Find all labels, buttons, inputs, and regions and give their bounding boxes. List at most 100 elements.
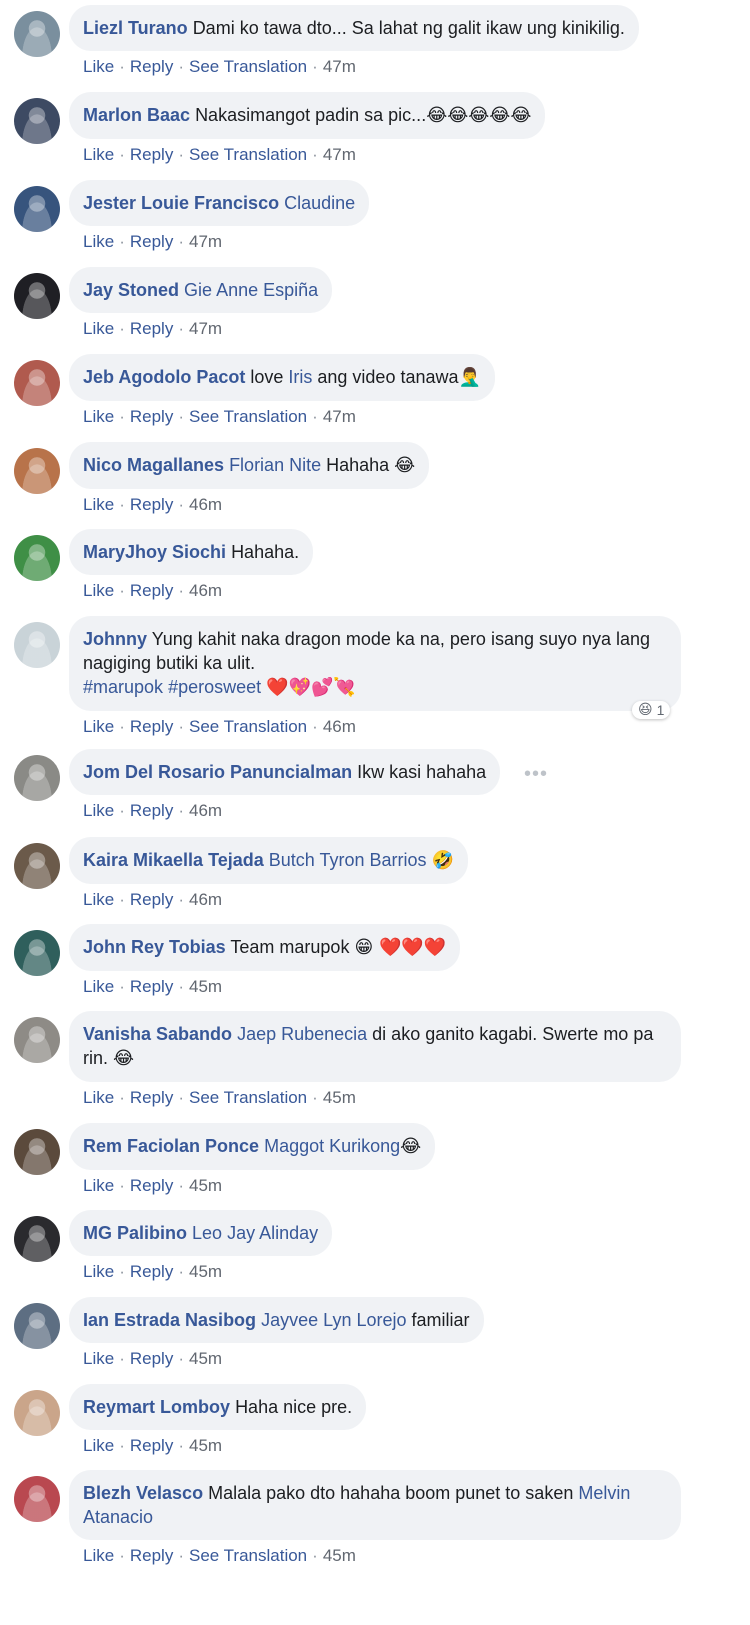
comment-timestamp[interactable]: 47m	[189, 319, 222, 338]
comment-timestamp[interactable]: 46m	[189, 801, 222, 820]
comment-timestamp[interactable]: 47m	[323, 145, 356, 164]
avatar[interactable]	[14, 1216, 60, 1262]
reply-link[interactable]: Reply	[130, 1436, 173, 1455]
avatar[interactable]	[14, 11, 60, 57]
like-link[interactable]: Like	[83, 232, 114, 251]
like-link[interactable]: Like	[83, 890, 114, 909]
see-translation-link[interactable]: See Translation	[189, 57, 307, 76]
comment-author-link[interactable]: Jeb Agodolo Pacot	[83, 367, 245, 387]
avatar[interactable]	[14, 1390, 60, 1436]
comment-author-link[interactable]: MG Palibino	[83, 1223, 187, 1243]
mention-link[interactable]: Jayvee Lyn Lorejo	[261, 1310, 406, 1330]
reply-link[interactable]: Reply	[130, 801, 173, 820]
comment-timestamp[interactable]: 47m	[323, 57, 356, 76]
hashtag-link[interactable]: #perosweet	[168, 677, 261, 697]
mention-link[interactable]: Florian Nite	[229, 455, 321, 475]
see-translation-link[interactable]: See Translation	[189, 1546, 307, 1565]
comment-author-link[interactable]: Jay Stoned	[83, 280, 179, 300]
comment-author-link[interactable]: John Rey Tobias	[83, 937, 226, 957]
reply-link[interactable]: Reply	[130, 1088, 173, 1107]
like-link[interactable]: Like	[83, 717, 114, 736]
mention-link[interactable]: Jaep Rubenecia	[237, 1024, 367, 1044]
comment-timestamp[interactable]: 45m	[189, 1176, 222, 1195]
see-translation-link[interactable]: See Translation	[189, 407, 307, 426]
like-link[interactable]: Like	[83, 1262, 114, 1281]
like-link[interactable]: Like	[83, 319, 114, 338]
comment-author-link[interactable]: Vanisha Sabando	[83, 1024, 232, 1044]
avatar[interactable]	[14, 1303, 60, 1349]
comment-author-link[interactable]: Rem Faciolan Ponce	[83, 1136, 259, 1156]
reply-link[interactable]: Reply	[130, 1262, 173, 1281]
mention-link[interactable]: Claudine	[284, 193, 355, 213]
comment-timestamp[interactable]: 46m	[189, 581, 222, 600]
like-link[interactable]: Like	[83, 1088, 114, 1107]
comment-author-link[interactable]: Johnny	[83, 629, 147, 649]
avatar[interactable]	[14, 273, 60, 319]
like-link[interactable]: Like	[83, 145, 114, 164]
mention-link[interactable]: Iris	[288, 367, 312, 387]
see-translation-link[interactable]: See Translation	[189, 1088, 307, 1107]
mention-link[interactable]: Gie Anne Espiña	[184, 280, 318, 300]
comment-author-link[interactable]: Jom Del Rosario Panuncialman	[83, 762, 352, 782]
reply-link[interactable]: Reply	[130, 1349, 173, 1368]
avatar[interactable]	[14, 622, 60, 668]
reply-link[interactable]: Reply	[130, 407, 173, 426]
comment-timestamp[interactable]: 47m	[323, 407, 356, 426]
reply-link[interactable]: Reply	[130, 145, 173, 164]
mention-link[interactable]: Butch Tyron Barrios	[269, 850, 427, 870]
avatar[interactable]	[14, 1129, 60, 1175]
like-link[interactable]: Like	[83, 1546, 114, 1565]
see-translation-link[interactable]: See Translation	[189, 717, 307, 736]
comment-timestamp[interactable]: 45m	[189, 977, 222, 996]
comment-author-link[interactable]: Ian Estrada Nasibog	[83, 1310, 256, 1330]
like-link[interactable]: Like	[83, 57, 114, 76]
reply-link[interactable]: Reply	[130, 890, 173, 909]
reaction-badge[interactable]: 😆 1	[632, 701, 671, 719]
reply-link[interactable]: Reply	[130, 581, 173, 600]
comment-timestamp[interactable]: 45m	[189, 1262, 222, 1281]
comment-author-link[interactable]: Reymart Lomboy	[83, 1397, 230, 1417]
comment-timestamp[interactable]: 45m	[323, 1546, 356, 1565]
like-link[interactable]: Like	[83, 801, 114, 820]
reply-link[interactable]: Reply	[130, 495, 173, 514]
comment-author-link[interactable]: Jester Louie Francisco	[83, 193, 279, 213]
reply-link[interactable]: Reply	[130, 977, 173, 996]
like-link[interactable]: Like	[83, 1436, 114, 1455]
comment-timestamp[interactable]: 45m	[189, 1436, 222, 1455]
comment-timestamp[interactable]: 45m	[189, 1349, 222, 1368]
avatar[interactable]	[14, 186, 60, 232]
comment-author-link[interactable]: Liezl Turano	[83, 18, 188, 38]
like-link[interactable]: Like	[83, 407, 114, 426]
comment-author-link[interactable]: Nico Magallanes	[83, 455, 224, 475]
comment-timestamp[interactable]: 47m	[189, 232, 222, 251]
comment-author-link[interactable]: Kaira Mikaella Tejada	[83, 850, 264, 870]
like-link[interactable]: Like	[83, 977, 114, 996]
reply-link[interactable]: Reply	[130, 57, 173, 76]
reply-link[interactable]: Reply	[130, 717, 173, 736]
comment-timestamp[interactable]: 46m	[189, 890, 222, 909]
like-link[interactable]: Like	[83, 1176, 114, 1195]
reply-link[interactable]: Reply	[130, 232, 173, 251]
comment-author-link[interactable]: Marlon Baac	[83, 105, 190, 125]
reply-link[interactable]: Reply	[130, 1546, 173, 1565]
more-options-icon[interactable]: •••	[524, 763, 548, 786]
avatar[interactable]	[14, 755, 60, 801]
mention-link[interactable]: Leo Jay Alinday	[192, 1223, 318, 1243]
mention-link[interactable]: Maggot Kurikong	[264, 1136, 400, 1156]
avatar[interactable]	[14, 1017, 60, 1063]
like-link[interactable]: Like	[83, 495, 114, 514]
hashtag-link[interactable]: #marupok	[83, 677, 163, 697]
comment-author-link[interactable]: Blezh Velasco	[83, 1483, 203, 1503]
like-link[interactable]: Like	[83, 1349, 114, 1368]
comment-author-link[interactable]: MaryJhoy Siochi	[83, 542, 226, 562]
avatar[interactable]	[14, 1476, 60, 1522]
avatar[interactable]	[14, 448, 60, 494]
reply-link[interactable]: Reply	[130, 1176, 173, 1195]
comment-timestamp[interactable]: 46m	[323, 717, 356, 736]
avatar[interactable]	[14, 98, 60, 144]
like-link[interactable]: Like	[83, 581, 114, 600]
avatar[interactable]	[14, 930, 60, 976]
see-translation-link[interactable]: See Translation	[189, 145, 307, 164]
avatar[interactable]	[14, 360, 60, 406]
avatar[interactable]	[14, 535, 60, 581]
